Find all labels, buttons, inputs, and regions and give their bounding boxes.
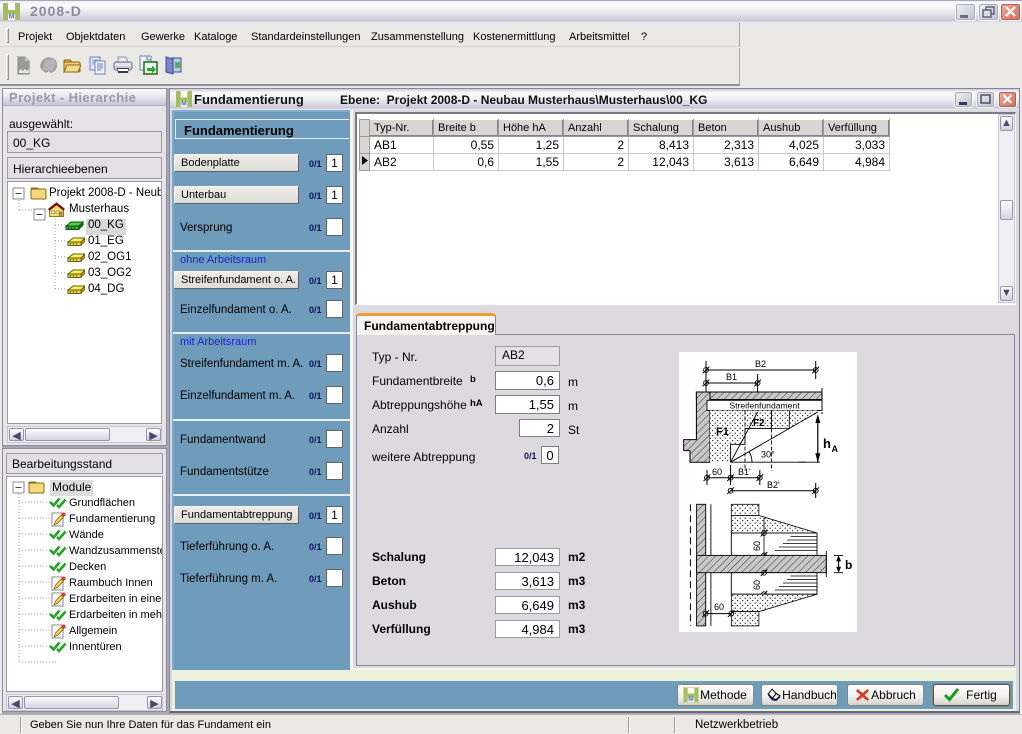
svg-text:60: 60 xyxy=(712,467,722,477)
svg-text:60: 60 xyxy=(752,541,762,551)
svg-text:M: M xyxy=(688,696,694,703)
svg-text:b: b xyxy=(845,558,852,572)
svg-text:B1': B1' xyxy=(738,467,751,477)
svg-text:60: 60 xyxy=(752,580,762,590)
svg-text:Streifenfundament: Streifenfundament xyxy=(729,401,800,411)
svg-text:B1: B1 xyxy=(726,372,737,382)
svg-text:B2: B2 xyxy=(755,359,766,369)
svg-text:60: 60 xyxy=(714,602,724,612)
svg-text:M: M xyxy=(9,14,15,21)
svg-text:F2: F2 xyxy=(753,418,765,429)
svg-text:F1: F1 xyxy=(716,426,729,438)
svg-text:30°: 30° xyxy=(761,450,775,460)
svg-text:h: h xyxy=(823,436,831,451)
svg-text:A: A xyxy=(832,444,839,454)
svg-text:B2': B2' xyxy=(767,480,780,490)
svg-text:M: M xyxy=(181,101,187,107)
